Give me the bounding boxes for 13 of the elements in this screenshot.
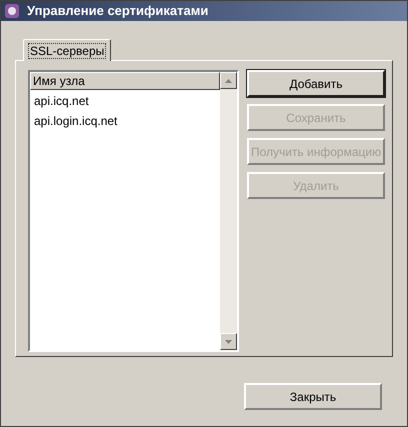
window-title: Управление сертификатами xyxy=(27,2,208,20)
add-button[interactable]: Добавить xyxy=(247,70,385,97)
close-button[interactable]: Закрыть xyxy=(244,383,382,410)
column-header[interactable]: Имя узла xyxy=(30,72,220,90)
scrollbar[interactable] xyxy=(220,72,237,350)
host-item[interactable]: api.icq.net xyxy=(30,93,93,109)
scroll-up-button[interactable] xyxy=(220,72,237,89)
host-item[interactable]: api.login.icq.net xyxy=(30,113,122,129)
app-icon xyxy=(5,4,19,18)
up-arrow-icon xyxy=(225,78,232,82)
tab[interactable]: SSL-серверы xyxy=(23,39,112,61)
scroll-down-button[interactable] xyxy=(220,333,237,350)
down-arrow-icon xyxy=(225,340,232,344)
